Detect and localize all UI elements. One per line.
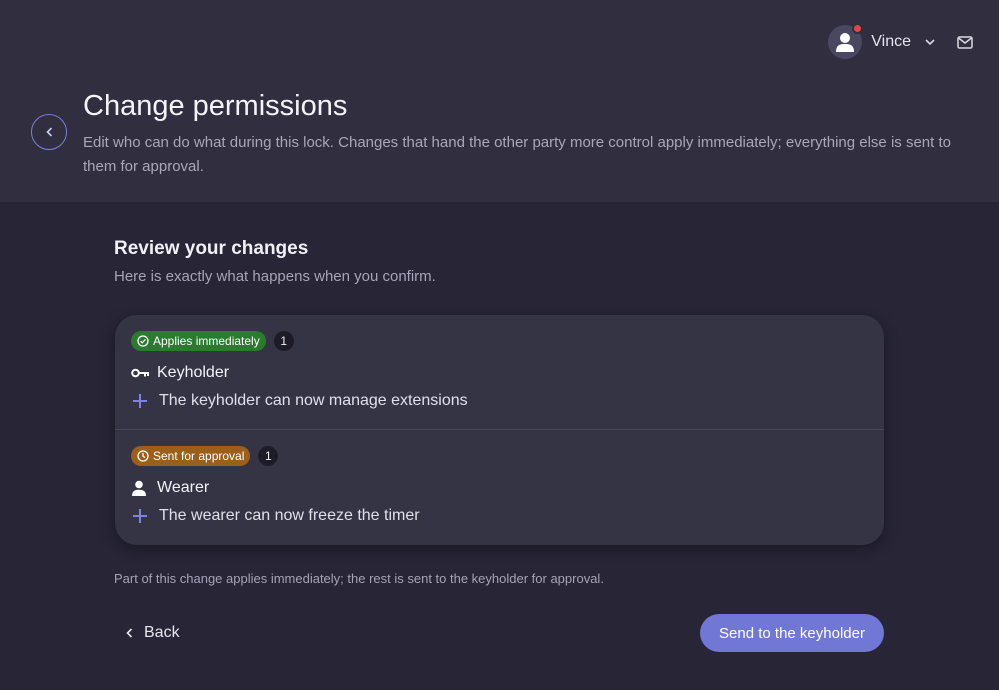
- status-badge-immediate: Applies immediately: [131, 331, 266, 351]
- page-description: Edit who can do what during this lock. C…: [83, 134, 951, 175]
- user-menu: Vince: [828, 22, 973, 62]
- mail-icon[interactable]: [957, 35, 973, 49]
- person-icon: [131, 480, 151, 496]
- chevron-left-icon: [45, 127, 52, 137]
- review-title: Review your changes: [114, 238, 309, 259]
- change-group-immediate: Applies immediately 1 Keyholder The keyh…: [115, 315, 884, 430]
- change-item: The wearer can now freeze the timer: [133, 507, 420, 525]
- count-badge: 1: [273, 331, 294, 351]
- role-row: Keyholder: [131, 364, 229, 382]
- change-group-approval: Sent for approval 1 Wearer The wearer ca…: [115, 430, 884, 545]
- role-row: Wearer: [131, 479, 209, 497]
- status-badge-approval: Sent for approval: [131, 446, 251, 466]
- notification-dot: [852, 23, 864, 34]
- user-name[interactable]: Vince: [871, 33, 911, 51]
- chevron-left-icon: [126, 628, 133, 638]
- page-title: Change permissions: [83, 90, 348, 122]
- header-back-button[interactable]: [31, 114, 67, 150]
- plus-icon: [133, 394, 147, 408]
- clock-icon: [137, 450, 149, 462]
- user-avatar[interactable]: [828, 23, 864, 59]
- chevron-down-icon[interactable]: [925, 38, 935, 46]
- badge-row: Applies immediately 1: [131, 331, 294, 351]
- back-button-label: Back: [144, 624, 180, 641]
- key-icon: [131, 368, 151, 378]
- badge-row: Sent for approval 1: [131, 446, 279, 466]
- check-circle-icon: [137, 335, 149, 347]
- count-badge: 1: [258, 446, 279, 466]
- back-button[interactable]: Back: [126, 618, 180, 648]
- change-text: The keyholder can now manage extensions: [159, 392, 468, 409]
- badge-label: Sent for approval: [153, 449, 245, 463]
- page-header: Vince Change permissions Edit who can do…: [0, 0, 999, 202]
- role-label: Wearer: [157, 479, 210, 496]
- badge-label: Applies immediately: [153, 334, 260, 348]
- plus-icon: [133, 509, 147, 523]
- footer-note: Part of this change applies immediately;…: [114, 571, 604, 586]
- review-card: Applies immediately 1 Keyholder The keyh…: [115, 315, 884, 545]
- user-icon: [836, 33, 855, 52]
- send-to-keyholder-button[interactable]: Send to the keyholder: [700, 614, 884, 652]
- change-item: The keyholder can now manage extensions: [133, 392, 468, 410]
- review-subtitle: Here is exactly what happens when you co…: [114, 268, 436, 285]
- change-text: The wearer can now freeze the timer: [159, 507, 420, 524]
- role-label: Keyholder: [157, 364, 230, 381]
